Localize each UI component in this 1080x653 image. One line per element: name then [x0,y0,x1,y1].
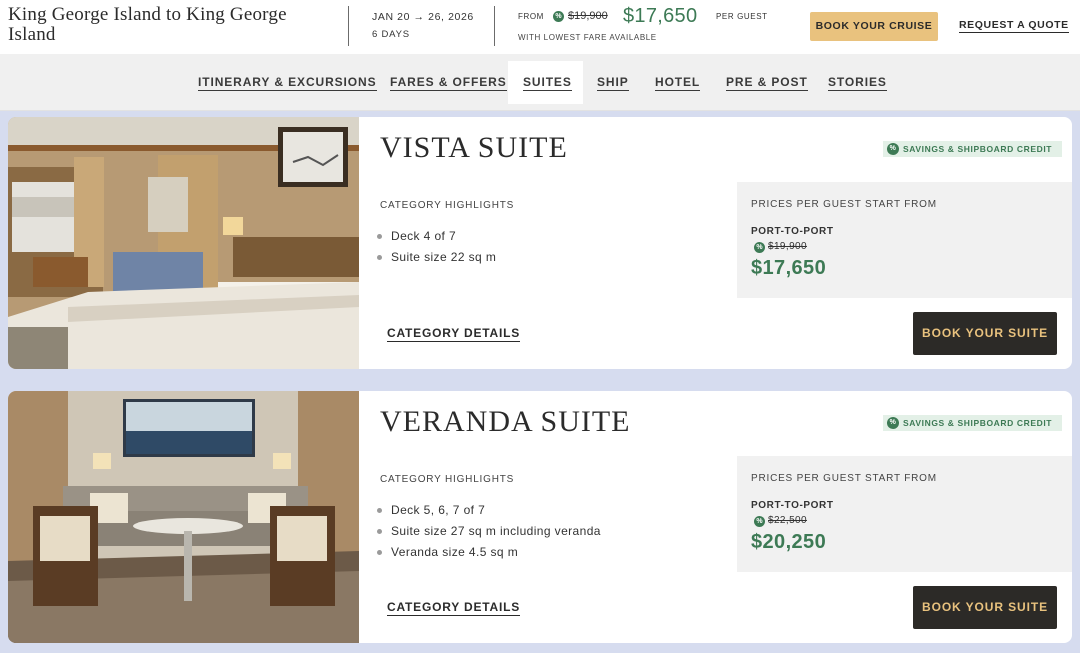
category-details-link[interactable]: CATEGORY DETAILS [387,326,521,342]
list-item: Suite size 27 sq m including veranda [376,522,601,543]
tab-pre-post[interactable]: PRE & POST [726,75,808,91]
fare-type: PORT-TO-PORT [751,226,834,237]
highlights-list: Deck 5, 6, 7 of 7 Suite size 27 sq m inc… [376,501,601,564]
tab-stories[interactable]: STORIES [828,75,887,91]
list-item: Deck 5, 6, 7 of 7 [376,501,601,522]
list-item: Veranda size 4.5 sq m [376,543,601,564]
tab-suites[interactable]: SUITES [523,75,572,91]
tab-itinerary[interactable]: ITINERARY & EXCURSIONS [198,75,377,91]
tab-hotel[interactable]: HOTEL [655,75,701,91]
highlights-list: Deck 4 of 7 Suite size 22 sq m [376,227,496,269]
book-suite-button[interactable]: BOOK YOUR SUITE [913,312,1057,355]
original-price: $22,500 [768,515,807,526]
suite-photo [8,391,359,643]
tab-fares[interactable]: FARES & OFFERS [390,75,507,91]
list-item: Suite size 22 sq m [376,248,496,269]
savings-badge: % SAVINGS & SHIPBOARD CREDIT [883,141,1063,157]
header-divider [348,6,349,46]
savings-icon: % [754,242,765,253]
per-guest-label: PER GUEST [716,12,768,21]
savings-icon: % [887,417,899,429]
savings-badge: % SAVINGS & SHIPBOARD CREDIT [883,415,1063,431]
trip-title: King George Island to King George Island [8,4,287,45]
suite-title: VISTA SUITE [380,131,568,164]
highlights-label: CATEGORY HIGHLIGHTS [380,474,515,485]
highlights-label: CATEGORY HIGHLIGHTS [380,200,515,211]
from-label: FROM [518,12,544,21]
request-quote-link[interactable]: REQUEST A QUOTE [959,19,1069,33]
suite-card: VERANDA SUITE % SAVINGS & SHIPBOARD CRED… [8,391,1072,643]
fare-type: PORT-TO-PORT [751,500,834,511]
booking-header: King George Island to King George Island… [0,0,1080,54]
section-nav: ITINERARY & EXCURSIONS FARES & OFFERS SU… [0,54,1080,111]
savings-icon: % [754,516,765,527]
prices-label: PRICES PER GUEST START FROM [751,473,937,484]
lowest-fare-note: WITH LOWEST FARE AVAILABLE [518,33,657,42]
original-price: $19,900 [768,241,807,252]
suite-price: $20,250 [751,531,827,553]
price-box: PRICES PER GUEST START FROM PORT-TO-PORT… [737,456,1072,572]
suite-price: $17,650 [751,257,827,279]
suite-card: VISTA SUITE % SAVINGS & SHIPBOARD CREDIT… [8,117,1072,369]
prices-label: PRICES PER GUEST START FROM [751,199,937,210]
savings-badge-label: SAVINGS & SHIPBOARD CREDIT [903,418,1053,428]
trip-dates: JAN 20 → 26, 2026 [372,11,474,23]
savings-badge-label: SAVINGS & SHIPBOARD CREDIT [903,144,1053,154]
trip-duration: 6 DAYS [372,29,410,40]
suite-title: VERANDA SUITE [380,405,631,438]
savings-icon: % [553,11,564,22]
tab-ship[interactable]: SHIP [597,75,629,91]
lead-price: $17,650 [623,5,698,27]
list-item: Deck 4 of 7 [376,227,496,248]
price-box: PRICES PER GUEST START FROM PORT-TO-PORT… [737,182,1072,298]
header-divider [494,6,495,46]
category-details-link[interactable]: CATEGORY DETAILS [387,600,521,616]
suite-photo [8,117,359,369]
original-price: $19,900 [568,10,608,22]
book-suite-button[interactable]: BOOK YOUR SUITE [913,586,1057,629]
savings-icon: % [887,143,899,155]
book-cruise-button[interactable]: BOOK YOUR CRUISE [810,12,938,41]
